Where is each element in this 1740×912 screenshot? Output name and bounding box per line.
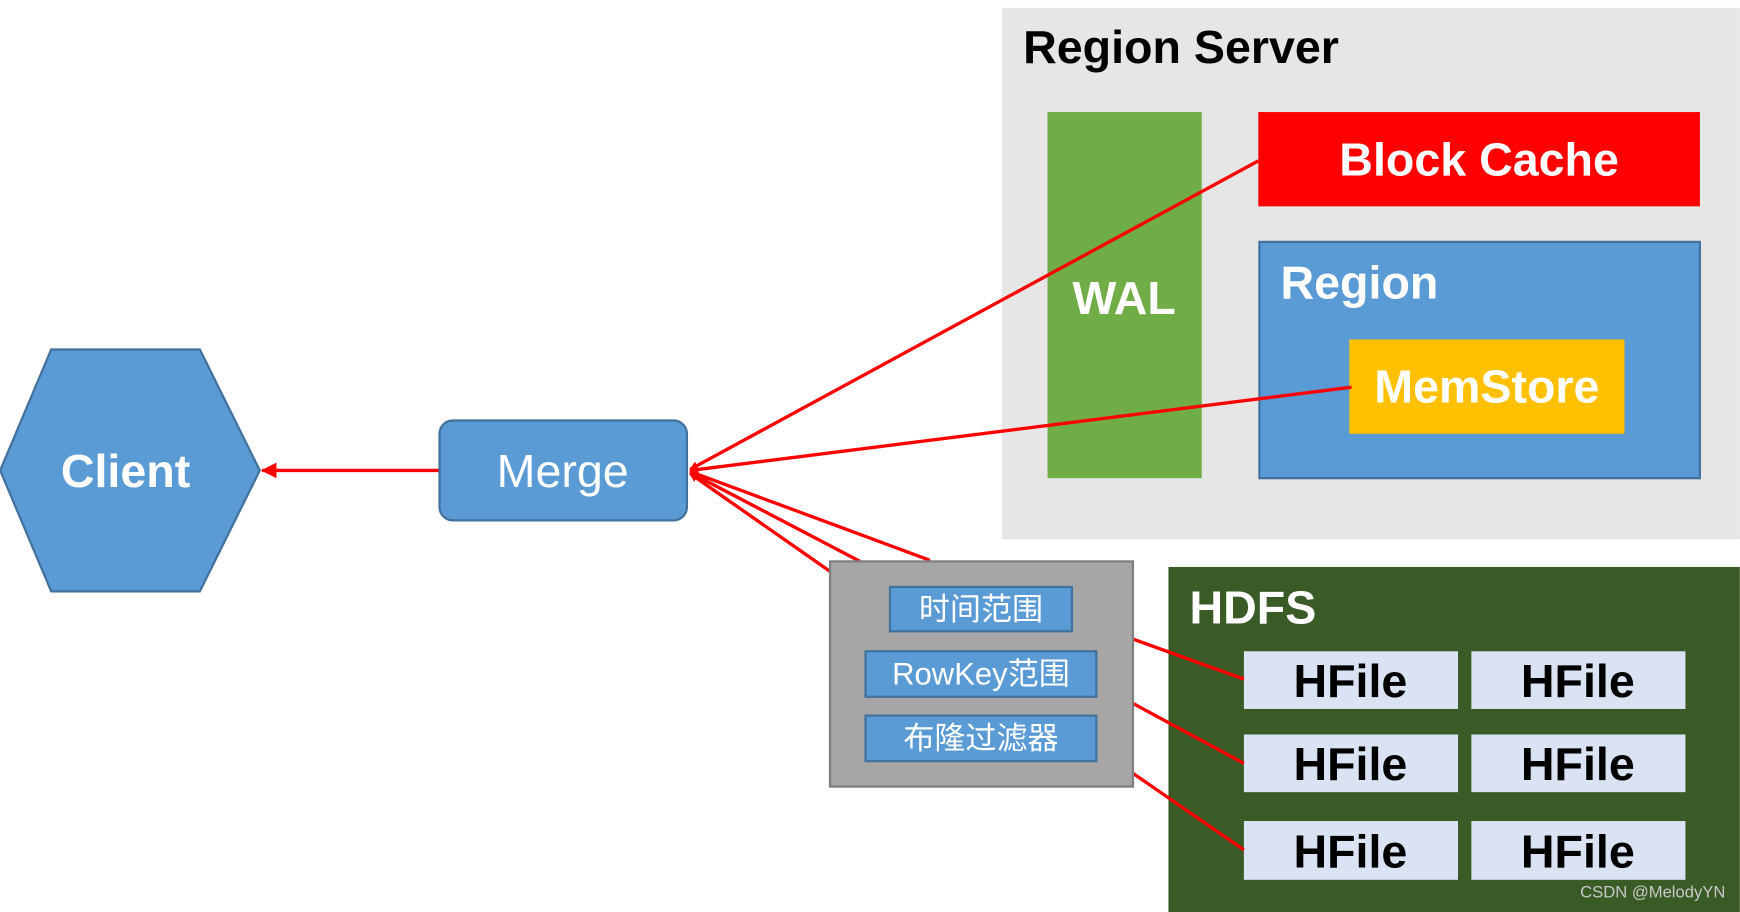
arrow-filter-to-merge-1: [689, 469, 931, 562]
region-label: Region: [1281, 256, 1439, 308]
hbase-read-diagram: Region Server WAL Block Cache Region Mem…: [0, 7, 1740, 912]
hfile: HFile: [1471, 734, 1686, 793]
hfile-label: HFile: [1293, 738, 1407, 790]
filter-bloom: 布隆过滤器: [864, 714, 1098, 763]
hfile: HFile: [1243, 821, 1459, 880]
filter-label: 布隆过滤器: [903, 721, 1058, 756]
block-cache-label: Block Cache: [1339, 133, 1619, 185]
arrow-filter-to-merge-2: [689, 471, 861, 563]
filter-rowkey-range: RowKey范围: [864, 650, 1098, 698]
filter-time-range: 时间范围: [888, 585, 1074, 633]
client-label: Client: [61, 445, 190, 497]
filter-panel: 时间范围 RowKey范围 布隆过滤器: [828, 560, 1135, 788]
block-cache-box: Block Cache: [1258, 112, 1700, 207]
arrow-filter-to-merge-3: [689, 472, 832, 573]
region-server-title: Region Server: [1023, 21, 1339, 73]
region-server: Region Server WAL Block Cache Region Mem…: [1002, 7, 1740, 540]
hfile-label: HFile: [1521, 655, 1635, 707]
watermark: CSDN @MelodyYN: [1580, 883, 1725, 902]
hfile-label: HFile: [1293, 826, 1407, 878]
filter-label: RowKey范围: [892, 657, 1070, 692]
memstore-label: MemStore: [1374, 361, 1599, 413]
merge-node: Merge: [438, 419, 689, 522]
hfile-label: HFile: [1521, 738, 1635, 790]
hfile: HFile: [1243, 734, 1459, 793]
hfile: HFile: [1243, 651, 1459, 709]
merge-label: Merge: [497, 445, 629, 497]
hfile: HFile: [1471, 821, 1686, 880]
filter-label: 时间范围: [919, 592, 1043, 627]
hfile: HFile: [1471, 651, 1686, 709]
region-box: Region MemStore: [1258, 240, 1702, 480]
hdfs-title: HDFS: [1190, 582, 1317, 634]
hfile-label: HFile: [1293, 655, 1407, 707]
wal-label: WAL: [1072, 272, 1175, 324]
client-node: Client: [0, 348, 262, 593]
hfile-label: HFile: [1521, 826, 1635, 878]
hdfs-box: HDFS HFile HFile HFile HFile HFile HFile…: [1168, 566, 1740, 912]
